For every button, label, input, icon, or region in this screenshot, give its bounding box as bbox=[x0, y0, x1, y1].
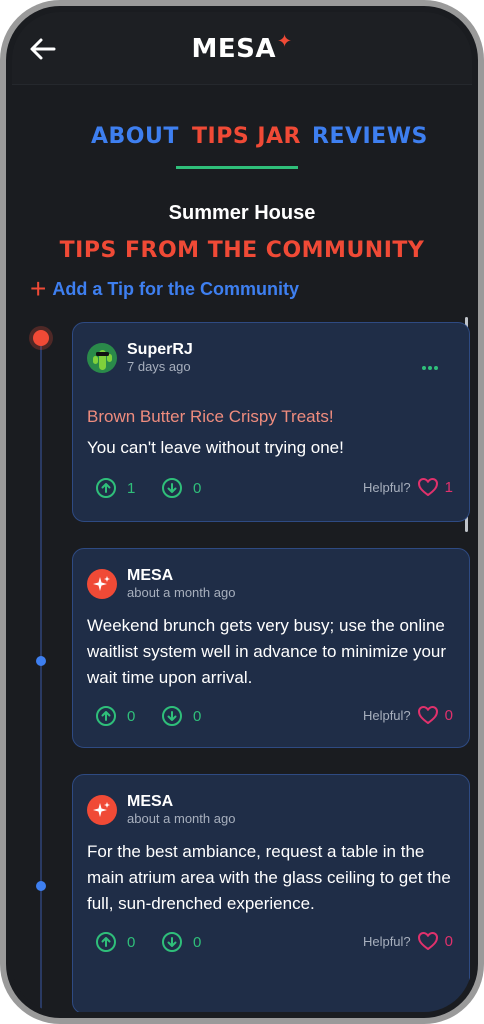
timeline-line bbox=[40, 330, 42, 1012]
tip-title: Brown Butter Rice Crispy Treats! bbox=[87, 407, 334, 426]
section-title: TIPS FROM THE COMMUNITY bbox=[59, 238, 425, 263]
upvote-count: 0 bbox=[127, 933, 136, 951]
helpful-count: 0 bbox=[444, 932, 453, 950]
tip-author-row: SuperRJ 7 days ago bbox=[87, 341, 193, 375]
tip-actions: 1 0 Helpful? 1 bbox=[87, 477, 453, 503]
tip-author[interactable]: MESA bbox=[127, 793, 235, 811]
ellipsis-icon bbox=[422, 366, 438, 370]
device-bezel: MESA✦ ABOUT TIPS JAR REVIEWS Summer Hous… bbox=[6, 6, 478, 1018]
tip-body: For the best ambiance, request a table i… bbox=[87, 842, 451, 913]
arrow-down-circle-icon bbox=[162, 478, 182, 498]
heart-icon[interactable] bbox=[417, 705, 439, 725]
add-tip-link[interactable]: + Add a Tip for the Community bbox=[30, 273, 300, 304]
arrow-up-circle-icon bbox=[96, 706, 116, 726]
helpful-section: Helpful? 0 bbox=[363, 931, 453, 951]
tip-author-row: MESA about a month ago bbox=[87, 793, 235, 827]
tip-timestamp: about a month ago bbox=[127, 585, 236, 600]
helpful-count: 0 bbox=[444, 706, 453, 724]
brand-name: MESA bbox=[191, 34, 276, 64]
app-screen: MESA✦ ABOUT TIPS JAR REVIEWS Summer Hous… bbox=[12, 12, 472, 1012]
avatar bbox=[87, 343, 117, 373]
avatar bbox=[87, 795, 117, 825]
avatar bbox=[87, 569, 117, 599]
tip-actions: 0 0 Helpful? 0 bbox=[87, 705, 453, 731]
downvote-count: 0 bbox=[193, 933, 202, 951]
tip-timestamp: 7 days ago bbox=[127, 359, 191, 374]
tip-timestamp: about a month ago bbox=[127, 811, 236, 826]
tab-tips-jar[interactable]: TIPS JAR bbox=[192, 124, 301, 149]
sparkle-icon bbox=[93, 802, 110, 817]
upvote-count: 1 bbox=[127, 479, 136, 497]
brand-spark-icon: ✦ bbox=[276, 31, 293, 52]
arrow-up-circle-icon bbox=[96, 932, 116, 952]
timeline-dot-active bbox=[33, 330, 49, 346]
tip-author-row: MESA about a month ago bbox=[87, 567, 235, 601]
timeline-dot bbox=[36, 656, 46, 666]
helpful-label: Helpful? bbox=[362, 707, 411, 723]
device-frame: MESA✦ ABOUT TIPS JAR REVIEWS Summer Hous… bbox=[0, 0, 484, 1024]
cactus-sunglasses-icon bbox=[93, 350, 112, 370]
tab-bar: ABOUT TIPS JAR REVIEWS bbox=[12, 112, 472, 172]
plus-icon: + bbox=[30, 273, 47, 304]
upvote-count: 0 bbox=[127, 707, 136, 725]
tip-author[interactable]: MESA bbox=[127, 567, 235, 585]
top-bar: MESA✦ bbox=[12, 12, 472, 85]
heart-icon[interactable] bbox=[417, 931, 439, 951]
upvote-button[interactable]: 0 bbox=[95, 931, 135, 953]
add-tip-label: Add a Tip for the Community bbox=[52, 278, 300, 299]
venue-name: Summer House bbox=[168, 202, 316, 224]
downvote-count: 0 bbox=[193, 707, 202, 725]
upvote-button[interactable]: 0 bbox=[95, 705, 135, 727]
downvote-button[interactable]: 0 bbox=[161, 477, 201, 499]
helpful-count: 1 bbox=[444, 478, 453, 496]
arrow-down-circle-icon bbox=[162, 932, 182, 952]
helpful-section: Helpful? 0 bbox=[363, 705, 453, 725]
tab-about[interactable]: ABOUT bbox=[91, 124, 179, 149]
tip-card: MESA about a month ago Weekend brunch ge… bbox=[72, 548, 470, 748]
tab-reviews[interactable]: REVIEWS bbox=[312, 124, 428, 149]
tip-body: You can't leave without trying one! bbox=[87, 438, 344, 457]
downvote-count: 0 bbox=[193, 479, 202, 497]
more-options-button[interactable] bbox=[421, 355, 439, 376]
heart-icon[interactable] bbox=[417, 477, 439, 497]
tip-card: SuperRJ 7 days ago Brown Butter Rice Cri… bbox=[72, 322, 470, 522]
brand-logo: MESA✦ bbox=[12, 31, 472, 64]
arrow-down-circle-icon bbox=[162, 706, 182, 726]
arrow-up-circle-icon bbox=[96, 478, 116, 498]
downvote-button[interactable]: 0 bbox=[161, 705, 201, 727]
tip-author[interactable]: SuperRJ bbox=[127, 341, 193, 359]
helpful-label: Helpful? bbox=[362, 933, 411, 949]
helpful-section: Helpful? 1 bbox=[363, 477, 453, 497]
active-tab-indicator bbox=[176, 166, 298, 169]
tip-actions: 0 0 Helpful? 0 bbox=[87, 931, 453, 957]
helpful-label: Helpful? bbox=[362, 479, 411, 495]
tip-card: MESA about a month ago For the best ambi… bbox=[72, 774, 470, 1012]
timeline-dot bbox=[36, 881, 46, 891]
upvote-button[interactable]: 1 bbox=[95, 477, 135, 499]
sparkle-icon bbox=[93, 576, 110, 591]
tip-body: Weekend brunch gets very busy; use the o… bbox=[87, 616, 447, 687]
downvote-button[interactable]: 0 bbox=[161, 931, 201, 953]
